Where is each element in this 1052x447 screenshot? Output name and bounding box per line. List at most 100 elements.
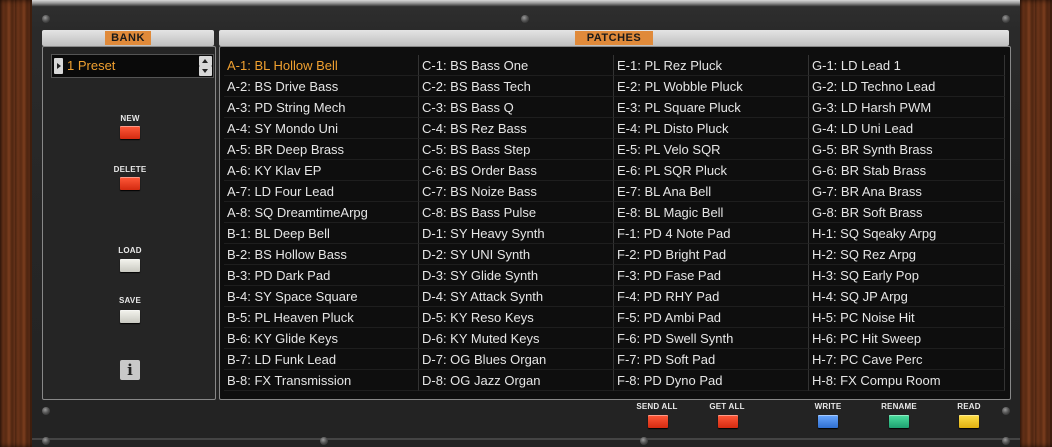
rename-button[interactable] — [889, 415, 909, 428]
patch-item[interactable]: C-8: BS Bass Pulse — [419, 202, 614, 223]
patch-item[interactable]: E-1: PL Rez Pluck — [614, 55, 809, 76]
patch-item[interactable]: B-3: PD Dark Pad — [224, 265, 419, 286]
screw-icon — [640, 437, 648, 445]
patch-item[interactable]: H-6: PC Hit Sweep — [809, 328, 1005, 349]
write-button[interactable] — [818, 415, 838, 428]
patch-item[interactable]: E-4: PL Disto Pluck — [614, 118, 809, 139]
send-all-label: SEND ALL — [636, 402, 678, 411]
new-button[interactable] — [120, 126, 140, 139]
patch-item[interactable]: A-6: KY Klav EP — [224, 160, 419, 181]
patch-item[interactable]: G-8: BR Soft Brass — [809, 202, 1005, 223]
patch-item[interactable]: H-5: PC Noise Hit — [809, 307, 1005, 328]
patch-item[interactable]: D-4: SY Attack Synth — [419, 286, 614, 307]
patch-item[interactable]: B-4: SY Space Square — [224, 286, 419, 307]
patch-item[interactable]: A-4: SY Mondo Uni — [224, 118, 419, 139]
patch-item[interactable]: H-4: SQ JP Arpg — [809, 286, 1005, 307]
patch-item[interactable]: A-5: BR Deep Brass — [224, 139, 419, 160]
patch-item[interactable]: H-2: SQ Rez Arpg — [809, 244, 1005, 265]
preset-selector[interactable]: 1 Preset — [51, 54, 214, 78]
info-icon[interactable]: i — [120, 360, 140, 380]
patch-item[interactable]: B-8: FX Transmission — [224, 370, 419, 391]
load-label: LOAD — [118, 246, 142, 255]
patch-item[interactable]: B-2: BS Hollow Bass — [224, 244, 419, 265]
patch-item[interactable]: D-2: SY UNI Synth — [419, 244, 614, 265]
delete-label: DELETE — [113, 165, 147, 174]
delete-button[interactable] — [120, 177, 140, 190]
patch-item[interactable]: F-6: PD Swell Synth — [614, 328, 809, 349]
patch-list: A-1: BL Hollow Bell A-2: BS Drive Bass A-3… — [224, 55, 1005, 391]
patch-item[interactable]: H-7: PC Cave Perc — [809, 349, 1005, 370]
preset-down-arrow-icon[interactable] — [199, 66, 212, 76]
patch-item[interactable]: F-1: PD 4 Note Pad — [614, 223, 809, 244]
patch-item[interactable]: C-7: BS Noize Bass — [419, 181, 614, 202]
screw-icon — [1002, 407, 1010, 415]
patch-item[interactable]: D-5: KY Reso Keys — [419, 307, 614, 328]
patch-item[interactable]: A-7: LD Four Lead — [224, 181, 419, 202]
patch-item[interactable]: B-7: LD Funk Lead — [224, 349, 419, 370]
patch-item[interactable]: C-5: BS Bass Step — [419, 139, 614, 160]
patch-item[interactable]: H-8: FX Compu Room — [809, 370, 1005, 391]
screw-icon — [42, 437, 50, 445]
wood-side-right — [1020, 0, 1052, 447]
patch-item[interactable]: B-6: KY Glide Keys — [224, 328, 419, 349]
patch-item[interactable]: F-3: PD Fase Pad — [614, 265, 809, 286]
patch-item[interactable]: A-2: BS Drive Bass — [224, 76, 419, 97]
screw-icon — [42, 407, 50, 415]
patch-item[interactable]: E-7: BL Ana Bell — [614, 181, 809, 202]
patch-item[interactable]: D-1: SY Heavy Synth — [419, 223, 614, 244]
patch-item[interactable]: D-8: OG Jazz Organ — [419, 370, 614, 391]
patch-item[interactable]: B-5: PL Heaven Pluck — [224, 307, 419, 328]
patch-item[interactable]: F-8: PD Dyno Pad — [614, 370, 809, 391]
patch-item[interactable]: C-1: BS Bass One — [419, 55, 614, 76]
load-button[interactable] — [120, 259, 140, 272]
rename-label: RENAME — [881, 402, 917, 411]
wood-side-left — [0, 0, 32, 447]
bottom-divider — [32, 438, 1020, 440]
screw-icon — [1002, 437, 1010, 445]
read-label: READ — [957, 402, 981, 411]
patch-item[interactable]: F-7: PD Soft Pad — [614, 349, 809, 370]
patch-item[interactable]: G-6: BR Stab Brass — [809, 160, 1005, 181]
patch-item[interactable]: E-6: PL SQR Pluck — [614, 160, 809, 181]
patch-item[interactable]: A-8: SQ DreamtimeArpg — [224, 202, 419, 223]
patch-item[interactable]: H-1: SQ Sqeaky Arpg — [809, 223, 1005, 244]
patch-item[interactable]: D-3: SY Glide Synth — [419, 265, 614, 286]
patch-item[interactable]: D-7: OG Blues Organ — [419, 349, 614, 370]
preset-menu-arrow-icon[interactable] — [54, 58, 63, 74]
patch-item[interactable]: C-2: BS Bass Tech — [419, 76, 614, 97]
patch-item[interactable]: F-2: PD Bright Pad — [614, 244, 809, 265]
patch-item[interactable]: E-3: PL Square Pluck — [614, 97, 809, 118]
patch-item[interactable]: B-1: BL Deep Bell — [224, 223, 419, 244]
patch-item[interactable]: G-1: LD Lead 1 — [809, 55, 1005, 76]
patch-item[interactable]: G-4: LD Uni Lead — [809, 118, 1005, 139]
screw-icon — [320, 437, 328, 445]
preset-value: 1 Preset — [67, 58, 116, 73]
save-label: SAVE — [119, 296, 141, 305]
patch-item[interactable]: C-3: BS Bass Q — [419, 97, 614, 118]
get-all-button[interactable] — [718, 415, 738, 428]
bank-panel — [42, 46, 216, 400]
patch-item[interactable]: G-2: LD Techno Lead — [809, 76, 1005, 97]
send-all-button[interactable] — [648, 415, 668, 428]
preset-up-arrow-icon[interactable] — [199, 56, 212, 66]
patch-item[interactable]: C-6: BS Order Bass — [419, 160, 614, 181]
patch-item[interactable]: A-1: BL Hollow Bell — [224, 55, 419, 76]
patch-item[interactable]: F-5: PD Ambi Pad — [614, 307, 809, 328]
patch-item[interactable]: C-4: BS Rez Bass — [419, 118, 614, 139]
patch-item[interactable]: G-5: BR Synth Brass — [809, 139, 1005, 160]
bank-header: BANK — [105, 31, 151, 45]
patch-item[interactable]: A-3: PD String Mech — [224, 97, 419, 118]
screw-icon — [42, 15, 50, 23]
patch-item[interactable]: E-5: PL Velo SQR — [614, 139, 809, 160]
patch-item[interactable]: G-7: BR Ana Brass — [809, 181, 1005, 202]
patch-item[interactable]: E-8: BL Magic Bell — [614, 202, 809, 223]
patch-item[interactable]: F-4: PD RHY Pad — [614, 286, 809, 307]
save-button[interactable] — [120, 310, 140, 323]
read-button[interactable] — [959, 415, 979, 428]
patch-item[interactable]: E-2: PL Wobble Pluck — [614, 76, 809, 97]
patch-item[interactable]: G-3: LD Harsh PWM — [809, 97, 1005, 118]
patch-item[interactable]: D-6: KY Muted Keys — [419, 328, 614, 349]
patch-item[interactable]: H-3: SQ Early Pop — [809, 265, 1005, 286]
synth-librarian-window: BANK 1 Preset NEW DELETE LOAD SAVE i PAT… — [0, 0, 1052, 447]
patches-header: PATCHES — [575, 31, 653, 45]
